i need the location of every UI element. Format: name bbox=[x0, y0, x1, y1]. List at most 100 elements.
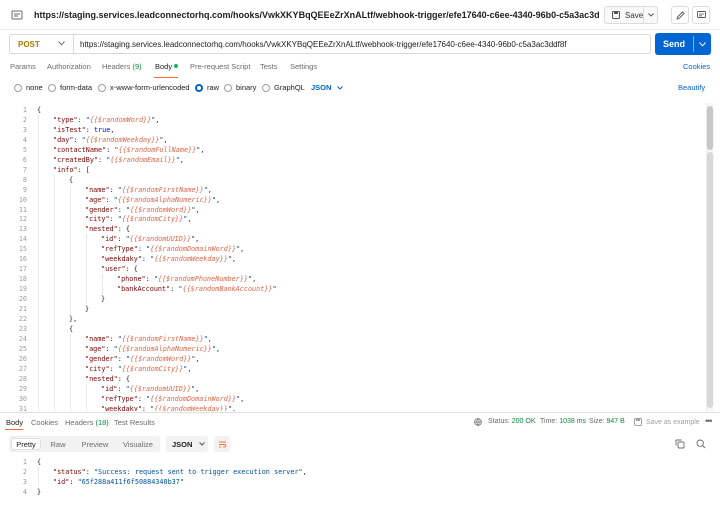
more-icon[interactable]: ••• bbox=[705, 416, 713, 426]
tab-authorization[interactable]: Authorization bbox=[47, 62, 91, 71]
request-code-line[interactable]: 24 "name": "{{$randomFirstName}}", bbox=[0, 333, 706, 344]
line-number: 1 bbox=[22, 458, 27, 466]
request-code-line[interactable]: 17 "user": { bbox=[0, 264, 706, 275]
code-token: , bbox=[195, 384, 200, 393]
indent-guide bbox=[86, 403, 87, 411]
request-code-line[interactable]: 12 "city": "{{$randomCity}}", bbox=[0, 214, 706, 225]
radio-graphql[interactable]: GraphQL bbox=[262, 83, 305, 92]
request-body-editor[interactable]: 1{2 "type": "{{$randomWord}}", 3 "isTest": … bbox=[0, 103, 706, 411]
save-as-example-button[interactable]: Save as example bbox=[634, 418, 700, 426]
radio-none[interactable]: none bbox=[14, 83, 43, 92]
line-number: 8 bbox=[22, 175, 27, 184]
editor-scrollbar-thumb-lower[interactable] bbox=[707, 152, 713, 408]
view-raw[interactable]: Raw bbox=[45, 438, 71, 450]
url-input[interactable]: https://staging.services.leadconnectorhq… bbox=[73, 34, 651, 54]
resp-tab-test-results[interactable]: Test Results bbox=[114, 418, 155, 427]
request-code-line[interactable]: 10 "age": "{{$randomAlphaNumeric}}", bbox=[0, 194, 706, 205]
request-code-line[interactable]: 16 "weekdaky": "{{$randomWeekday}}", bbox=[0, 254, 706, 265]
copy-button[interactable] bbox=[674, 438, 686, 450]
response-code-line[interactable]: 2 "status": "Success: request sent to tri… bbox=[0, 467, 706, 477]
code-token: : bbox=[117, 235, 126, 244]
edit-button[interactable] bbox=[671, 6, 689, 24]
view-preview[interactable]: Preview bbox=[77, 438, 113, 450]
copy-icon bbox=[675, 439, 685, 449]
beautify-link[interactable]: Beautify bbox=[678, 83, 705, 92]
radio-form-data[interactable]: form-data bbox=[48, 83, 92, 92]
comments-button[interactable] bbox=[692, 6, 710, 24]
radio-binary[interactable]: binary bbox=[224, 83, 256, 92]
size-value: 947 B bbox=[606, 418, 625, 425]
request-code-line[interactable]: 8{ bbox=[0, 174, 706, 185]
save-button[interactable]: Save bbox=[605, 7, 645, 23]
tab-params[interactable]: Params bbox=[10, 62, 36, 71]
response-code-line[interactable]: 3 "id": "65f288a411f6f50884340b37" bbox=[0, 477, 706, 487]
tab-headers[interactable]: Headers (9) bbox=[102, 62, 142, 71]
request-code-line[interactable]: 28 "nested": { bbox=[0, 373, 706, 384]
request-code-line[interactable]: 21} bbox=[0, 304, 706, 314]
request-code-line[interactable]: 27 "city": "{{$randomCity}}", bbox=[0, 363, 706, 374]
response-code-line[interactable]: 4} bbox=[0, 487, 706, 497]
view-pretty[interactable]: Pretty bbox=[11, 438, 41, 450]
tab-tests[interactable]: Tests bbox=[260, 62, 278, 71]
request-code-line[interactable]: 5 "contactName": "{{$randomFullName}}", bbox=[0, 144, 706, 155]
request-code-line[interactable]: 1{ bbox=[0, 105, 706, 115]
resp-tab-headers[interactable]: Headers (18) bbox=[65, 418, 109, 427]
tab-pre-request-script[interactable]: Pre-request Script bbox=[190, 62, 250, 71]
request-code-line[interactable]: 9 "name": "{{$randomFirstName}}", bbox=[0, 184, 706, 195]
request-code-line[interactable]: 14 "id": "{{$randomUUID}}", bbox=[0, 234, 706, 245]
radio-raw[interactable]: raw bbox=[195, 83, 219, 92]
radio-urlencoded[interactable]: x-www-form-urlencoded bbox=[98, 83, 190, 92]
request-code-line[interactable]: 20} bbox=[0, 294, 706, 305]
response-time[interactable]: Time: 1038 ms bbox=[540, 418, 586, 425]
pane-divider[interactable] bbox=[0, 412, 720, 413]
response-format-select[interactable]: JSON bbox=[166, 436, 208, 452]
request-code-line[interactable]: 25 "age": "{{$randomAlphaNumeric}}", bbox=[0, 343, 706, 354]
request-code-line[interactable]: 31 "weekdaky": "{{$randomWeekday}}", bbox=[0, 403, 706, 412]
request-code-line[interactable]: 13 "nested": { bbox=[0, 224, 706, 235]
send-options-button[interactable] bbox=[694, 41, 711, 47]
code-text: "id": "65f288a411f6f50884340b37" bbox=[53, 477, 184, 487]
search-button[interactable] bbox=[695, 438, 707, 450]
request-code-line[interactable]: 2 "type": "{{$randomWord}}", bbox=[0, 114, 706, 125]
indent-guide bbox=[38, 323, 39, 334]
code-token: "user" bbox=[101, 265, 126, 274]
view-visualize[interactable]: Visualize bbox=[119, 438, 157, 450]
request-code-line[interactable]: 4 "day": "{{$randomWeekday}}", bbox=[0, 134, 706, 145]
wrap-lines-button[interactable] bbox=[214, 436, 230, 452]
body-format-select[interactable]: JSON bbox=[311, 83, 344, 92]
request-code-line[interactable]: 23 { bbox=[0, 323, 706, 334]
request-code-line[interactable]: 7 "info": [ bbox=[0, 164, 706, 175]
response-code-line[interactable]: 1{ bbox=[0, 457, 706, 467]
cookies-link[interactable]: Cookies bbox=[683, 62, 710, 71]
request-code-line[interactable]: 6 "createdBy": "{{$randomEmail}}", bbox=[0, 154, 706, 165]
send-button[interactable]: Send bbox=[655, 33, 711, 55]
line-number: 31 bbox=[18, 404, 27, 412]
resp-tab-cookies[interactable]: Cookies bbox=[31, 418, 58, 427]
line-number: 27 bbox=[18, 364, 27, 373]
request-code-line[interactable]: 11 "gender": "{{$randomWord}}", bbox=[0, 204, 706, 215]
chevron-down-icon bbox=[58, 41, 65, 46]
request-code-line[interactable]: 19 "bankAccount": "{{$randomBankAccount}}… bbox=[0, 284, 706, 295]
request-code-line[interactable]: 30 "refType": "{{$randomDomainWord}}", bbox=[0, 393, 706, 404]
resp-tab-body[interactable]: Body bbox=[6, 418, 23, 427]
request-name[interactable]: https://staging.services.leadconnectorhq… bbox=[34, 10, 600, 20]
tab-settings[interactable]: Settings bbox=[290, 62, 317, 71]
method-select[interactable]: POST bbox=[9, 34, 73, 54]
request-code-line[interactable]: 3 "isTest": true, bbox=[0, 124, 706, 135]
request-code-line[interactable]: 22}, bbox=[0, 313, 706, 324]
response-body-viewer[interactable]: 1{2 "status": "Success: request sent to t… bbox=[0, 455, 720, 497]
editor-scrollbar-thumb[interactable] bbox=[707, 106, 713, 150]
request-code-line[interactable]: 18 "phone": "{{$randomPhoneNumber}}", bbox=[0, 274, 706, 285]
indent-guide bbox=[70, 333, 71, 344]
request-code-line[interactable]: 26 "gender": "{{$randomWord}}", bbox=[0, 353, 706, 364]
code-token: {{$randomDomainWord}} bbox=[150, 394, 237, 403]
indent-guide bbox=[86, 234, 87, 245]
request-code-line[interactable]: 15 "refType": "{{$randomDomainWord}}", bbox=[0, 244, 706, 255]
request-code-line[interactable]: 29 "id": "{{$randomUUID}}", bbox=[0, 383, 706, 394]
network-info[interactable] bbox=[474, 418, 482, 428]
code-token: "bankAccount" bbox=[117, 285, 171, 294]
save-options-button[interactable] bbox=[644, 13, 657, 17]
response-status[interactable]: Status: 200 OK bbox=[488, 418, 536, 425]
tab-body[interactable]: Body bbox=[155, 62, 179, 71]
response-size[interactable]: Size: 947 B bbox=[589, 418, 625, 425]
